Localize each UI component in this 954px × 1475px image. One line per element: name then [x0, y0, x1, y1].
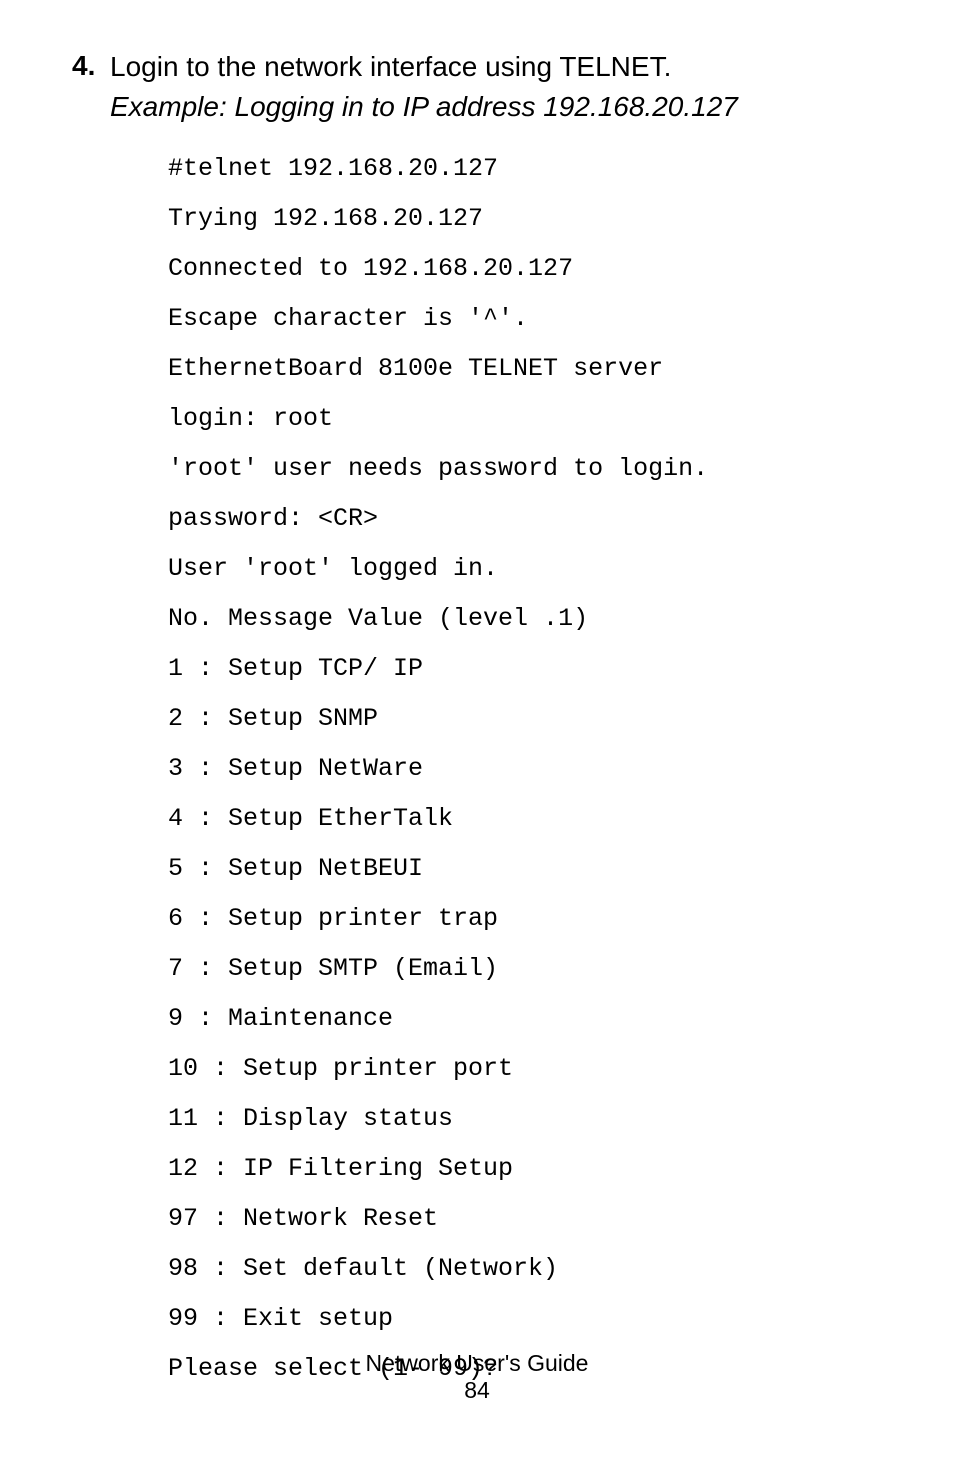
code-line: Escape character is '^'. — [168, 294, 882, 344]
code-line: 10 : Setup printer port — [168, 1044, 882, 1094]
code-line: 12 : IP Filtering Setup — [168, 1144, 882, 1194]
code-line: 5 : Setup NetBEUI — [168, 844, 882, 894]
code-line: password: <CR> — [168, 494, 882, 544]
code-line: 97 : Network Reset — [168, 1194, 882, 1244]
code-line: 9 : Maintenance — [168, 994, 882, 1044]
code-line: 6 : Setup printer trap — [168, 894, 882, 944]
code-line: 99 : Exit setup — [168, 1294, 882, 1344]
page: 4. Login to the network interface using … — [0, 0, 954, 1434]
code-line: 11 : Display status — [168, 1094, 882, 1144]
code-block: #telnet 192.168.20.127 Trying 192.168.20… — [168, 144, 882, 1394]
page-footer: Network User's Guide 84 — [0, 1350, 954, 1404]
code-line: Connected to 192.168.20.127 — [168, 244, 882, 294]
code-line: 98 : Set default (Network) — [168, 1244, 882, 1294]
code-line: #telnet 192.168.20.127 — [168, 144, 882, 194]
step-row: 4. Login to the network interface using … — [72, 48, 882, 126]
step-example: Example: Logging in to IP address 192.16… — [110, 88, 738, 126]
code-line: 7 : Setup SMTP (Email) — [168, 944, 882, 994]
footer-guide-title: Network User's Guide — [366, 1350, 589, 1376]
code-line: 2 : Setup SNMP — [168, 694, 882, 744]
step-number: 4. — [72, 48, 110, 84]
code-line: 1 : Setup TCP/ IP — [168, 644, 882, 694]
code-line: 3 : Setup NetWare — [168, 744, 882, 794]
code-line: EthernetBoard 8100e TELNET server — [168, 344, 882, 394]
footer-page-number: 84 — [0, 1377, 954, 1404]
code-line: 'root' user needs password to login. — [168, 444, 882, 494]
code-line: login: root — [168, 394, 882, 444]
step-text: Login to the network interface using TEL… — [110, 48, 738, 86]
code-line: User 'root' logged in. — [168, 544, 882, 594]
code-line: 4 : Setup EtherTalk — [168, 794, 882, 844]
code-line: No. Message Value (level .1) — [168, 594, 882, 644]
step-body: Login to the network interface using TEL… — [110, 48, 738, 126]
code-line: Trying 192.168.20.127 — [168, 194, 882, 244]
